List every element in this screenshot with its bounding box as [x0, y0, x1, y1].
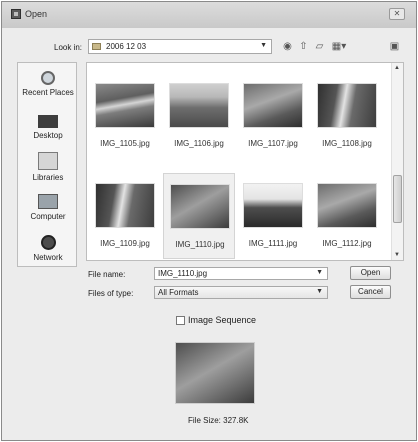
file-type-label: Files of type: [88, 289, 134, 298]
place-label: Network [33, 253, 63, 262]
file-name-field-label: File name: [88, 270, 126, 279]
open-dialog: Open ✕ Look in: 2006 12 03 ▼ ◉ ⇧ ▱ ▦▾ ▣ … [1, 1, 417, 441]
file-size-label: File Size: 327.8K [188, 416, 249, 425]
place-network[interactable]: Network [18, 235, 78, 262]
chevron-down-icon[interactable]: ▼ [316, 269, 323, 276]
look-in-label: Look in: [54, 43, 83, 52]
cancel-button[interactable]: Cancel [350, 285, 391, 299]
thumbnail-image [317, 183, 377, 228]
place-label: Libraries [32, 173, 64, 182]
file-type-value: All Formats [158, 288, 199, 297]
image-sequence-checkbox[interactable] [176, 316, 185, 325]
file-name-label: IMG_1110.jpg [175, 240, 225, 249]
look-in-value: 2006 12 03 [106, 42, 147, 51]
scroll-up-icon[interactable]: ▲ [394, 65, 400, 71]
file-name-input[interactable]: IMG_1110.jpg ▼ [154, 267, 328, 280]
network-icon [40, 235, 56, 250]
thumbnail-image [95, 183, 155, 228]
libraries-icon [38, 152, 58, 170]
place-libraries[interactable]: Libraries [18, 152, 78, 182]
file-name-label: IMG_1105.jpg [100, 139, 150, 148]
look-in-dropdown[interactable]: 2006 12 03 ▼ [88, 39, 272, 54]
places-bar: Recent Places Desktop Libraries Computer… [17, 62, 77, 267]
dialog-title: Open [25, 9, 48, 19]
chevron-down-icon: ▼ [260, 42, 267, 49]
place-recent-places[interactable]: Recent Places [18, 69, 78, 97]
file-list[interactable]: IMG_1105.jpg IMG_1106.jpg IMG_1107.jpg I… [86, 62, 404, 261]
file-name-label: IMG_1108.jpg [322, 139, 372, 148]
back-icon[interactable]: ◉ [280, 39, 295, 54]
file-name-label: IMG_1112.jpg [322, 239, 372, 248]
vertical-scrollbar[interactable]: ▲ ▼ [391, 63, 403, 260]
file-item-img-1111[interactable]: IMG_1111.jpg [237, 173, 309, 259]
place-desktop[interactable]: Desktop [18, 111, 78, 140]
new-folder-icon[interactable]: ▱ [312, 39, 327, 54]
place-label: Recent Places [22, 88, 74, 97]
file-item-img-1112[interactable]: IMG_1112.jpg [311, 173, 383, 259]
file-item-img-1109[interactable]: IMG_1109.jpg [89, 173, 161, 259]
file-item-img-1108[interactable]: IMG_1108.jpg [311, 77, 383, 163]
place-label: Computer [30, 212, 66, 221]
thumbnail-image [170, 184, 230, 229]
app-icon [11, 9, 21, 19]
file-name-label: IMG_1106.jpg [174, 139, 224, 148]
close-button[interactable]: ✕ [389, 8, 405, 20]
open-button[interactable]: Open [350, 266, 391, 280]
thumbnail-image [243, 83, 303, 128]
desktop-icon [38, 115, 58, 128]
folder-icon [92, 43, 101, 50]
up-folder-icon[interactable]: ⇧ [296, 39, 311, 54]
file-item-img-1110[interactable]: IMG_1110.jpg [163, 173, 235, 259]
place-label: Desktop [33, 131, 63, 140]
thumbnail-image [169, 83, 229, 128]
print-icon[interactable]: ▣ [387, 39, 402, 54]
chevron-down-icon: ▼ [316, 288, 323, 295]
scroll-down-icon[interactable]: ▼ [394, 252, 400, 258]
file-name-label: IMG_1111.jpg [248, 239, 298, 248]
file-item-img-1107[interactable]: IMG_1107.jpg [237, 77, 309, 163]
thumbnail-image [317, 83, 377, 128]
file-item-img-1106[interactable]: IMG_1106.jpg [163, 77, 235, 163]
image-sequence-label: Image Sequence [188, 315, 257, 325]
preview-image [175, 342, 255, 404]
scroll-thumb[interactable] [393, 175, 402, 223]
title-bar: Open ✕ [2, 2, 416, 28]
file-type-select[interactable]: All Formats ▼ [154, 286, 328, 299]
recent-places-icon [41, 71, 55, 85]
thumbnail-image [243, 183, 303, 228]
place-computer[interactable]: Computer [18, 194, 78, 221]
file-name-value: IMG_1110.jpg [158, 269, 208, 278]
file-item-img-1105[interactable]: IMG_1105.jpg [89, 77, 161, 163]
view-menu-icon[interactable]: ▦▾ [328, 39, 350, 54]
file-name-label: IMG_1107.jpg [248, 139, 298, 148]
file-name-label: IMG_1109.jpg [100, 239, 150, 248]
computer-icon [38, 194, 58, 209]
thumbnail-image [95, 83, 155, 128]
